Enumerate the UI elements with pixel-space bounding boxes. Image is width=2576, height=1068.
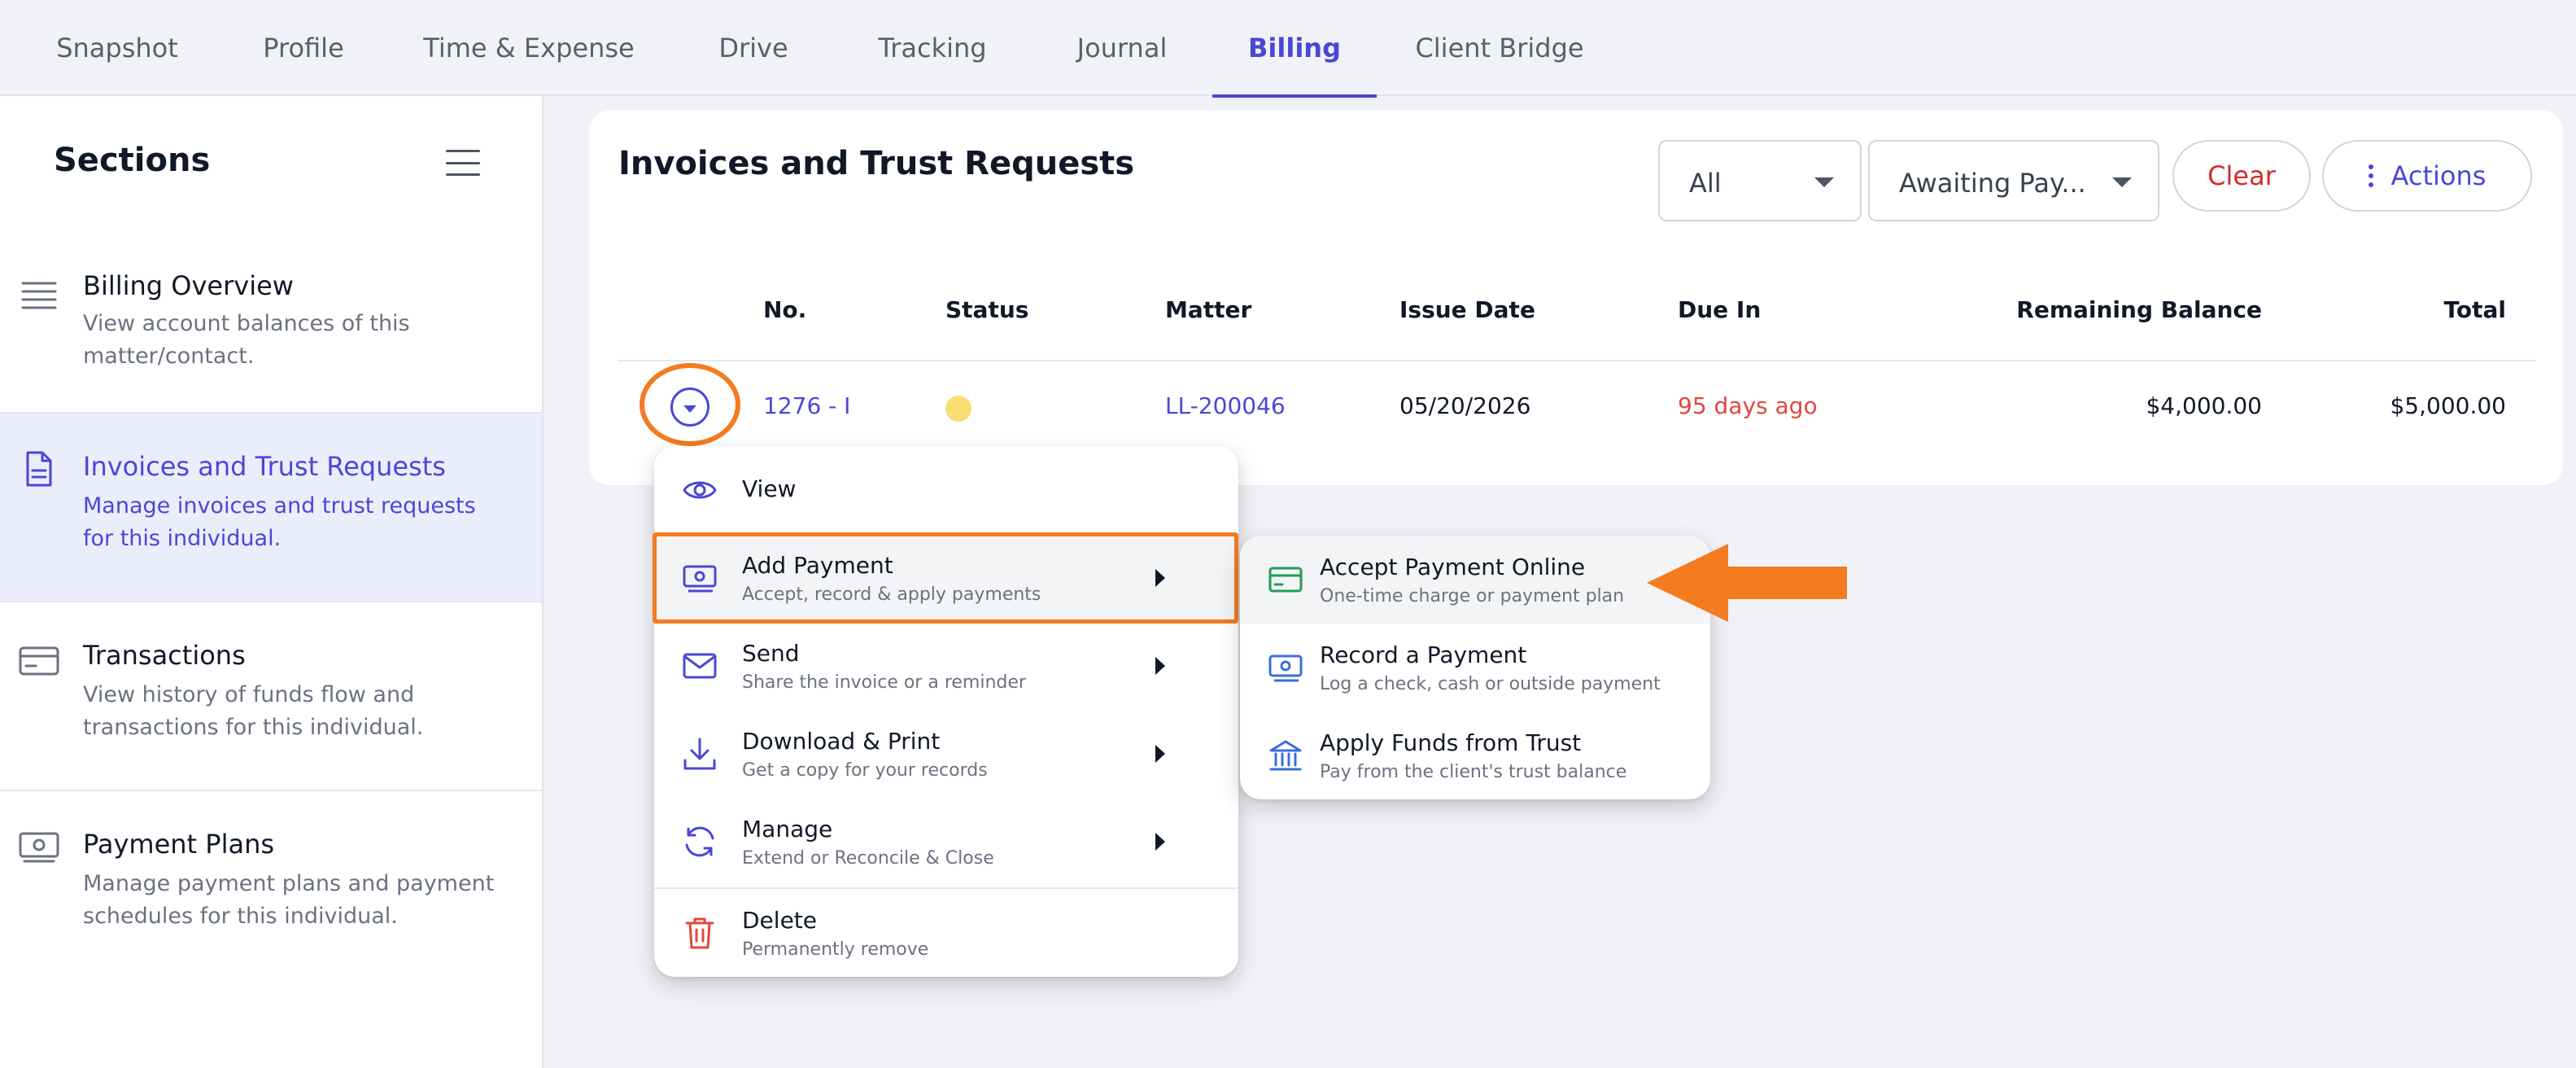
menu-item-manage[interactable]: Manage Extend or Reconcile & Close (654, 798, 1238, 886)
bank-icon (1269, 740, 1302, 771)
menu-item-subtitle: Extend or Reconcile & Close (742, 848, 994, 869)
submenu-item-record-payment[interactable]: Record a Payment Log a check, cash or ou… (1240, 624, 1710, 711)
chevron-right-icon (1155, 833, 1165, 851)
menu-item-subtitle: Accept, record & apply payments (742, 584, 1041, 605)
hamburger-menu-icon[interactable] (446, 150, 480, 176)
menu-item-title: Send (742, 640, 800, 667)
top-tab-bar: Snapshot Profile Time & Expense Drive Tr… (0, 0, 2576, 98)
tab-journal[interactable]: Journal (1061, 0, 1183, 96)
menu-item-download-print[interactable]: Download & Print Get a copy for your rec… (654, 710, 1238, 798)
sidebar-item-description: Manage invoices and trust requests for t… (83, 493, 476, 551)
issue-date-cell: 05/20/2026 (1399, 392, 1531, 419)
type-filter-select[interactable]: All (1658, 140, 1862, 221)
pointer-arrow-icon (1647, 544, 1847, 622)
sidebar-item-description: View account balances of this matter/con… (83, 311, 410, 369)
row-actions-menu: View Add Payment Accept, record & apply … (654, 446, 1238, 977)
row-expand-toggle[interactable] (670, 387, 709, 427)
column-header-remaining-balance: Remaining Balance (2016, 296, 2262, 323)
sidebar-header: Sections (0, 96, 542, 226)
column-header-no: No. (763, 296, 807, 323)
matter-link[interactable]: LL-200046 (1165, 392, 1286, 419)
submenu-item-accept-payment-online[interactable]: Accept Payment Online One-time charge or… (1240, 536, 1710, 624)
tab-time-expense[interactable]: Time & Expense (415, 0, 643, 96)
menu-item-subtitle: Log a check, cash or outside payment (1320, 674, 1661, 694)
sidebar-item-description: View history of funds flow and transacti… (83, 682, 424, 740)
submenu-item-apply-funds-from-trust[interactable]: Apply Funds from Trust Pay from the clie… (1240, 711, 1710, 799)
menu-item-title: Accept Payment Online (1320, 554, 1586, 580)
menu-item-title: Delete (742, 907, 817, 934)
actions-button[interactable]: Actions (2322, 140, 2532, 212)
sections-sidebar: Sections Billing Overview View account b… (0, 96, 544, 1068)
type-filter-value: All (1689, 168, 1722, 199)
menu-item-subtitle: Pay from the client's trust balance (1320, 762, 1627, 782)
tab-profile[interactable]: Profile (244, 0, 363, 96)
column-header-matter: Matter (1165, 296, 1252, 323)
credit-card-icon (1268, 567, 1303, 593)
sidebar-item-description: Manage payment plans and payment schedul… (83, 871, 495, 929)
menu-item-subtitle: One-time charge or payment plan (1320, 586, 1625, 606)
invoices-card: Invoices and Trust Requests All Awaiting… (589, 111, 2563, 485)
chevron-right-icon (1155, 657, 1165, 675)
status-filter-value: Awaiting Pay... (1899, 168, 2086, 199)
kebab-icon (2368, 164, 2373, 187)
cash-icon (1268, 654, 1303, 682)
menu-item-title: Apply Funds from Trust (1320, 729, 1582, 756)
tab-client-bridge[interactable]: Client Bridge (1406, 0, 1593, 96)
menu-item-add-payment[interactable]: Add Payment Accept, record & apply payme… (654, 534, 1238, 622)
menu-item-subtitle: Get a copy for your records (742, 760, 988, 781)
sidebar-item-title: Billing Overview (83, 270, 294, 301)
clear-button[interactable]: Clear (2172, 140, 2311, 212)
status-indicator (945, 396, 971, 422)
chevron-right-icon (1155, 569, 1165, 587)
tab-tracking[interactable]: Tracking (862, 0, 1002, 96)
column-header-issue-date: Issue Date (1399, 296, 1535, 323)
sidebar-item-title: Invoices and Trust Requests (83, 451, 446, 482)
menu-item-title: Record a Payment (1320, 641, 1527, 668)
tab-billing[interactable]: Billing (1212, 0, 1377, 98)
trash-icon (685, 917, 714, 949)
invoice-number-link[interactable]: 1276 - I (763, 392, 850, 419)
menu-item-title: Download & Print (742, 728, 941, 755)
document-icon (26, 451, 52, 487)
sidebar-title: Sections (54, 142, 211, 179)
menu-item-delete[interactable]: Delete Permanently remove (654, 889, 1238, 977)
tab-snapshot[interactable]: Snapshot (41, 0, 194, 96)
list-lines-icon (21, 282, 57, 309)
menu-item-subtitle: Share the invoice or a reminder (742, 672, 1026, 693)
tab-drive[interactable]: Drive (703, 0, 804, 96)
cash-icon (19, 832, 59, 863)
chevron-down-icon (2112, 177, 2132, 187)
add-payment-submenu: Accept Payment Online One-time charge or… (1240, 536, 1710, 799)
menu-item-title: View (742, 475, 797, 502)
menu-item-view[interactable]: View (654, 446, 1238, 534)
sidebar-item-invoices-trust-requests[interactable]: Invoices and Trust Requests Manage invoi… (0, 414, 542, 602)
remaining-balance-cell: $4,000.00 (2146, 392, 2262, 419)
refresh-icon (685, 826, 714, 857)
cash-icon (683, 565, 717, 593)
chevron-down-icon (1814, 177, 1834, 187)
sidebar-item-title: Payment Plans (83, 829, 275, 860)
eye-icon (683, 481, 717, 499)
menu-item-title: Manage (742, 816, 833, 843)
download-icon (683, 738, 716, 770)
chevron-right-icon (1155, 745, 1165, 763)
column-header-due-in: Due In (1678, 296, 1762, 323)
total-cell: $5,000.00 (2390, 392, 2506, 419)
sidebar-item-payment-plans[interactable]: Payment Plans Manage payment plans and p… (0, 791, 542, 980)
column-header-total: Total (2443, 296, 2507, 323)
actions-label: Actions (2390, 160, 2486, 191)
menu-item-send[interactable]: Send Share the invoice or a reminder (654, 622, 1238, 710)
envelope-icon (683, 653, 717, 679)
page-title: Invoices and Trust Requests (618, 145, 1135, 182)
card-icon (19, 646, 59, 676)
sidebar-item-billing-overview[interactable]: Billing Overview View account balances o… (0, 226, 542, 414)
due-in-cell: 95 days ago (1678, 392, 1818, 419)
header-divider (618, 360, 2535, 361)
status-filter-select[interactable]: Awaiting Pay... (1868, 140, 2159, 221)
sidebar-item-transactions[interactable]: Transactions View history of funds flow … (0, 602, 542, 791)
sidebar-item-title: Transactions (83, 640, 246, 671)
menu-item-title: Add Payment (742, 552, 893, 579)
column-header-status: Status (945, 296, 1029, 323)
menu-item-subtitle: Permanently remove (742, 939, 929, 960)
